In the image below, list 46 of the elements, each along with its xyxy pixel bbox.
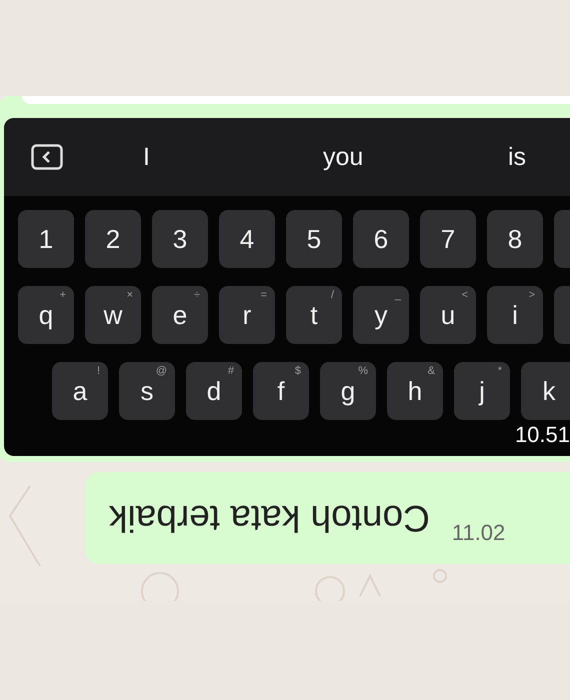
keyboard-key: k bbox=[521, 362, 570, 420]
keyboard-key: j * bbox=[454, 362, 510, 420]
message-text: Contoh kata terbaik bbox=[109, 497, 430, 539]
suggestion-word: I bbox=[143, 142, 150, 172]
key-hint: × bbox=[126, 289, 133, 301]
key-hint: @ bbox=[156, 365, 167, 377]
keyboard-key: q + bbox=[18, 286, 74, 344]
key-hint: + bbox=[60, 289, 66, 301]
keyboard-key: 1 bbox=[18, 210, 74, 268]
key-hint: % bbox=[358, 365, 368, 377]
key-hint: ÷ bbox=[194, 289, 200, 301]
keyboard-key: y _ bbox=[353, 286, 409, 344]
keyboard-key: r = bbox=[219, 286, 275, 344]
keyboard-key: 2 bbox=[85, 210, 141, 268]
keyboard-key: h & bbox=[387, 362, 443, 420]
key-hint: $ bbox=[294, 365, 301, 377]
keyboard-key: 3 bbox=[152, 210, 208, 268]
keyboard-key: s @ bbox=[119, 362, 175, 420]
key-hint: * bbox=[498, 365, 502, 377]
keyboard-key: 6 bbox=[353, 210, 409, 268]
keyboard-key: u < bbox=[420, 286, 476, 344]
keyboard-key: i > bbox=[487, 286, 543, 344]
back-icon bbox=[31, 144, 63, 170]
key-hint: & bbox=[428, 365, 435, 377]
key-hint: ! bbox=[96, 365, 100, 377]
key-hint: # bbox=[228, 365, 234, 377]
keyboard-key: t / bbox=[286, 286, 342, 344]
key-hint: > bbox=[528, 289, 535, 301]
keyboard-key: a ! bbox=[52, 362, 108, 420]
key-hint: _ bbox=[394, 289, 401, 301]
keyboard-key: 5 bbox=[286, 210, 342, 268]
keyboard-key: w × bbox=[85, 286, 141, 344]
keyboard-key: g % bbox=[320, 362, 376, 420]
suggestion-word: is bbox=[508, 142, 526, 172]
keyboard-key: 4 bbox=[219, 210, 275, 268]
keyboard-key: d # bbox=[186, 362, 242, 420]
message-time: 11.02 bbox=[452, 520, 506, 546]
key-hint: = bbox=[260, 289, 267, 301]
keyboard-key: 8 bbox=[487, 210, 543, 268]
key-hint: < bbox=[462, 289, 468, 301]
message-time: 10.51 bbox=[514, 422, 570, 448]
keyboard-key: 7 bbox=[420, 210, 476, 268]
suggestion-word: you bbox=[323, 142, 364, 172]
keyboard-key: e ÷ bbox=[152, 286, 208, 344]
keyboard-key: f $ bbox=[253, 362, 309, 420]
key-hint: / bbox=[330, 289, 334, 301]
